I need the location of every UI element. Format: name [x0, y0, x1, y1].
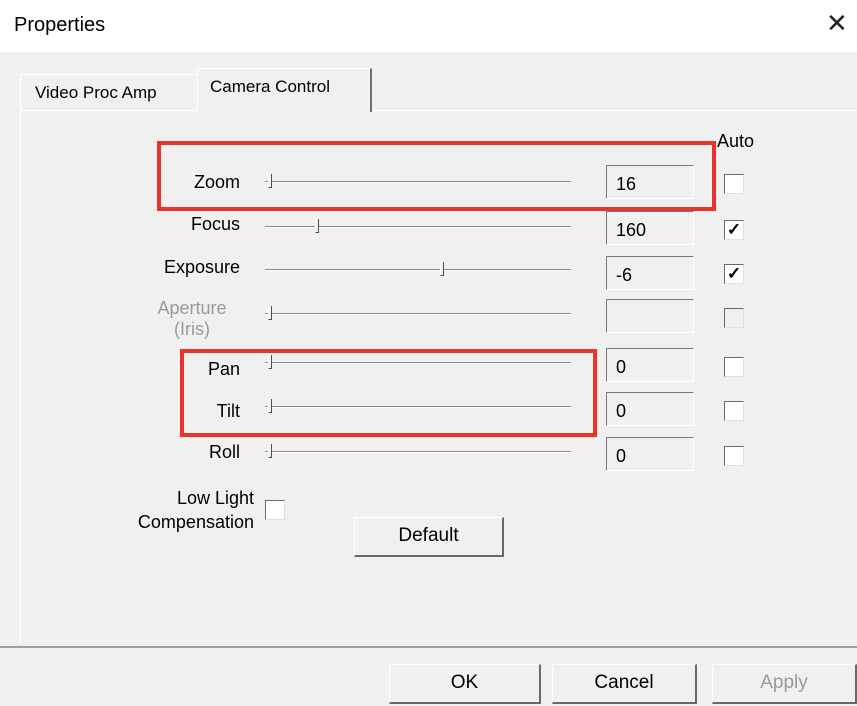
apply-button[interactable]: Apply — [712, 664, 857, 704]
focus-auto-checkbox[interactable]: ✓ — [724, 220, 744, 240]
exposure-value-field[interactable]: -6 — [606, 256, 694, 290]
tab-video-proc-amp[interactable]: Video Proc Amp — [20, 74, 198, 112]
default-button[interactable]: Default — [354, 517, 504, 557]
pan-value-field[interactable]: 0 — [606, 348, 694, 382]
focus-label: Focus — [190, 214, 240, 234]
roll-slider[interactable] — [265, 444, 571, 458]
aperture-label-line1: Aperture — [157, 298, 227, 318]
zoom-auto-checkbox[interactable] — [724, 174, 744, 194]
tab-camera-control[interactable]: Camera Control — [197, 68, 372, 112]
ok-button[interactable]: OK — [389, 664, 541, 704]
low-light-label-line2: Compensation — [137, 512, 254, 532]
title-bar: Properties ✕ — [0, 0, 857, 52]
close-icon[interactable]: ✕ — [826, 10, 848, 36]
tilt-value-field[interactable]: 0 — [606, 392, 694, 426]
exposure-auto-checkbox[interactable]: ✓ — [724, 264, 744, 284]
low-light-checkbox[interactable] — [265, 500, 285, 520]
aperture-auto-checkbox[interactable] — [724, 308, 744, 328]
zoom-highlight-box — [157, 141, 716, 211]
aperture-label: Aperture (Iris) — [140, 298, 244, 340]
focus-slider[interactable] — [265, 219, 571, 233]
exposure-label: Exposure — [163, 257, 240, 277]
roll-auto-checkbox[interactable] — [724, 446, 744, 466]
aperture-slider[interactable] — [265, 306, 571, 320]
auto-header: Auto — [717, 131, 755, 151]
pan-tilt-highlight-box — [180, 349, 597, 437]
focus-value-field[interactable]: 160 — [606, 211, 694, 245]
exposure-slider-thumb[interactable] — [440, 262, 444, 276]
cancel-button[interactable]: Cancel — [552, 664, 697, 704]
low-light-label-line1: Low Light — [176, 488, 254, 508]
aperture-slider-thumb[interactable] — [268, 306, 272, 320]
aperture-value-field[interactable] — [606, 299, 694, 333]
focus-slider-thumb[interactable] — [315, 219, 319, 233]
pan-auto-checkbox[interactable] — [724, 357, 744, 377]
aperture-label-line2: (Iris) — [174, 319, 210, 339]
panel-divider — [0, 646, 857, 648]
exposure-slider[interactable] — [265, 262, 571, 276]
roll-value-field[interactable]: 0 — [606, 437, 694, 471]
tilt-auto-checkbox[interactable] — [724, 401, 744, 421]
low-light-label: Low Light Compensation — [100, 486, 254, 534]
roll-label: Roll — [208, 442, 240, 462]
roll-slider-thumb[interactable] — [268, 444, 272, 458]
window-title: Properties — [14, 14, 106, 36]
